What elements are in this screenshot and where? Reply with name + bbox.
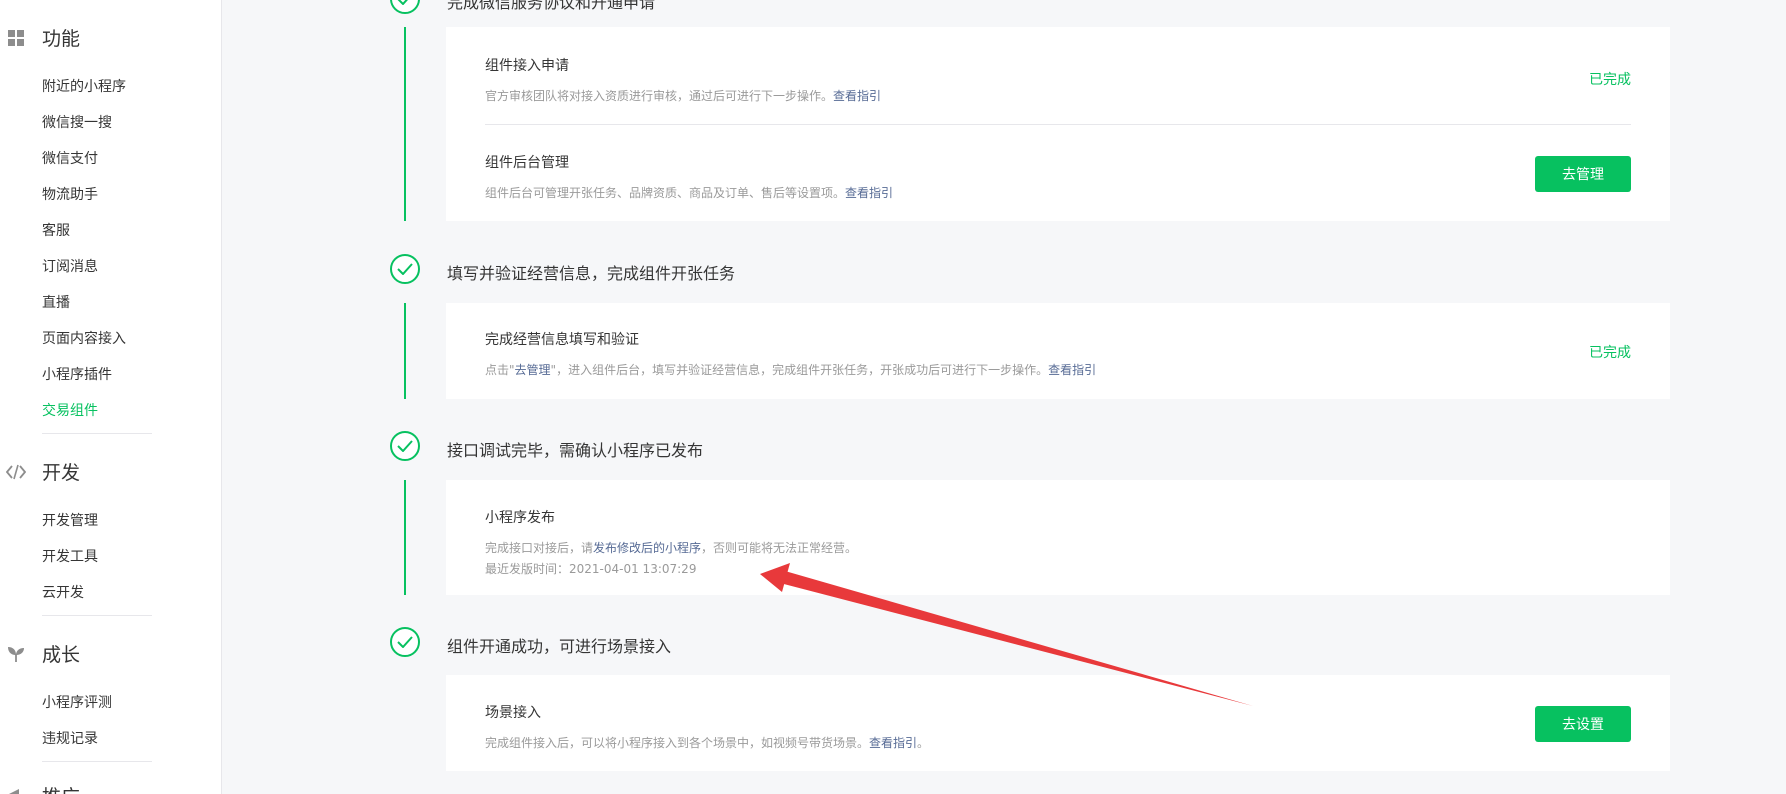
- step-title: 完成微信服务协议和开通申请: [447, 0, 656, 12]
- task-description: 组件后台可管理开张任务、品牌资质、商品及订单、售后等设置项。查看指引: [485, 186, 894, 200]
- sidebar-item-search[interactable]: 微信搜一搜: [42, 112, 112, 132]
- task-title: 完成经营信息填写和验证: [485, 332, 639, 348]
- sidebar-item-violation[interactable]: 违规记录: [42, 728, 98, 748]
- section-header-functions[interactable]: 功能: [6, 24, 80, 51]
- step-title: 接口调试完毕，需确认小程序已发布: [447, 441, 704, 460]
- sidebar-item-dev-management[interactable]: 开发管理: [42, 510, 98, 530]
- sidebar-divider: [42, 615, 152, 616]
- task-description: 完成接口对接后，请发布修改后的小程序，否则可能将无法正常经营。: [485, 541, 858, 555]
- sidebar-item-logistics[interactable]: 物流助手: [42, 184, 98, 204]
- step-title: 组件开通成功，可进行场景接入: [447, 637, 672, 656]
- step-card: 完成经营信息填写和验证 点击"去管理"，进入组件后台，填写并验证经营信息，完成组…: [446, 303, 1670, 399]
- step-card: 组件接入申请 官方审核团队将对接入资质进行审核，通过后可进行下一步操作。查看指引…: [446, 27, 1670, 221]
- task-title: 小程序发布: [485, 510, 555, 526]
- sprout-icon: [6, 644, 26, 664]
- grid-icon: [6, 28, 26, 48]
- sidebar-item-trade-component[interactable]: 交易组件: [42, 400, 98, 420]
- status-completed: 已完成: [1589, 345, 1631, 361]
- sidebar-item-customer-service[interactable]: 客服: [42, 220, 70, 240]
- task-description: 官方审核团队将对接入资质进行审核，通过后可进行下一步操作。查看指引: [485, 89, 882, 103]
- timeline-line: [404, 27, 406, 221]
- task-title: 组件接入申请: [485, 58, 569, 74]
- megaphone-icon: [6, 786, 26, 794]
- row-divider: [485, 124, 1631, 125]
- task-description: 点击"去管理"，进入组件后台，填写并验证经营信息，完成组件开张任务，开张成功后可…: [485, 363, 1097, 377]
- sidebar-divider: [42, 761, 152, 762]
- sidebar-item-dev-tools[interactable]: 开发工具: [42, 546, 98, 566]
- timeline-line: [404, 480, 406, 595]
- sidebar-item-page-content[interactable]: 页面内容接入: [42, 328, 126, 348]
- manage-button[interactable]: 去管理: [1535, 156, 1631, 192]
- sidebar-item-live[interactable]: 直播: [42, 292, 70, 312]
- last-release-time: 最近发版时间：2021-04-01 13:07:29: [485, 562, 697, 576]
- section-header-growth[interactable]: 成长: [6, 640, 80, 667]
- step-check-icon: [390, 627, 420, 657]
- task-row: 小程序发布 完成接口对接后，请发布修改后的小程序，否则可能将无法正常经营。 最近…: [485, 507, 1631, 577]
- guide-link[interactable]: 查看指引: [845, 186, 893, 200]
- task-row: 场景接入 完成组件接入后，可以将小程序接入到各个场景中，如视频号带货场景。查看指…: [485, 702, 1631, 751]
- timeline-line: [404, 303, 406, 399]
- sidebar-item-nearby[interactable]: 附近的小程序: [42, 76, 126, 96]
- guide-link[interactable]: 查看指引: [1048, 363, 1096, 377]
- go-manage-link[interactable]: 去管理: [515, 363, 551, 377]
- sidebar-item-cloud-dev[interactable]: 云开发: [42, 582, 84, 602]
- task-row: 组件后台管理 组件后台可管理开张任务、品牌资质、商品及订单、售后等设置项。查看指…: [485, 152, 1631, 201]
- task-row: 完成经营信息填写和验证 点击"去管理"，进入组件后台，填写并验证经营信息，完成组…: [485, 329, 1631, 378]
- task-row: 组件接入申请 官方审核团队将对接入资质进行审核，通过后可进行下一步操作。查看指引: [485, 55, 1631, 104]
- section-header-promotion[interactable]: 推广: [6, 782, 80, 794]
- step-check-icon: [390, 254, 420, 284]
- section-title: 开发: [42, 462, 81, 484]
- section-header-develop[interactable]: 开发: [6, 458, 80, 485]
- step-check-icon: [390, 431, 420, 461]
- sidebar: 功能 附近的小程序 微信搜一搜 微信支付 物流助手 客服 订阅消息 直播 页面内…: [0, 0, 222, 794]
- main-content: 完成微信服务协议和开通申请 组件接入申请 官方审核团队将对接入资质进行审核，通过…: [223, 0, 1786, 794]
- sidebar-item-subscribe-message[interactable]: 订阅消息: [42, 256, 98, 276]
- guide-link[interactable]: 查看指引: [869, 736, 917, 750]
- section-title: 功能: [42, 28, 81, 50]
- section-title: 推广: [42, 782, 80, 794]
- sidebar-item-plugin[interactable]: 小程序插件: [42, 364, 112, 384]
- sidebar-item-evaluation[interactable]: 小程序评测: [42, 692, 112, 712]
- step-title: 填写并验证经营信息，完成组件开张任务: [447, 264, 736, 283]
- section-title: 成长: [42, 644, 81, 666]
- sidebar-divider: [42, 433, 152, 434]
- sidebar-item-pay[interactable]: 微信支付: [42, 148, 98, 168]
- step-card: 小程序发布 完成接口对接后，请发布修改后的小程序，否则可能将无法正常经营。 最近…: [446, 480, 1670, 595]
- publish-link[interactable]: 发布修改后的小程序: [593, 541, 701, 555]
- task-title: 组件后台管理: [485, 155, 569, 171]
- code-icon: [6, 462, 26, 482]
- step-card: 场景接入 完成组件接入后，可以将小程序接入到各个场景中，如视频号带货场景。查看指…: [446, 675, 1670, 771]
- setup-button[interactable]: 去设置: [1535, 706, 1631, 742]
- step-check-icon: [390, 0, 420, 14]
- status-completed: 已完成: [1589, 72, 1631, 88]
- guide-link[interactable]: 查看指引: [833, 89, 881, 103]
- task-title: 场景接入: [485, 705, 541, 721]
- task-description: 完成组件接入后，可以将小程序接入到各个场景中，如视频号带货场景。查看指引。: [485, 736, 930, 750]
